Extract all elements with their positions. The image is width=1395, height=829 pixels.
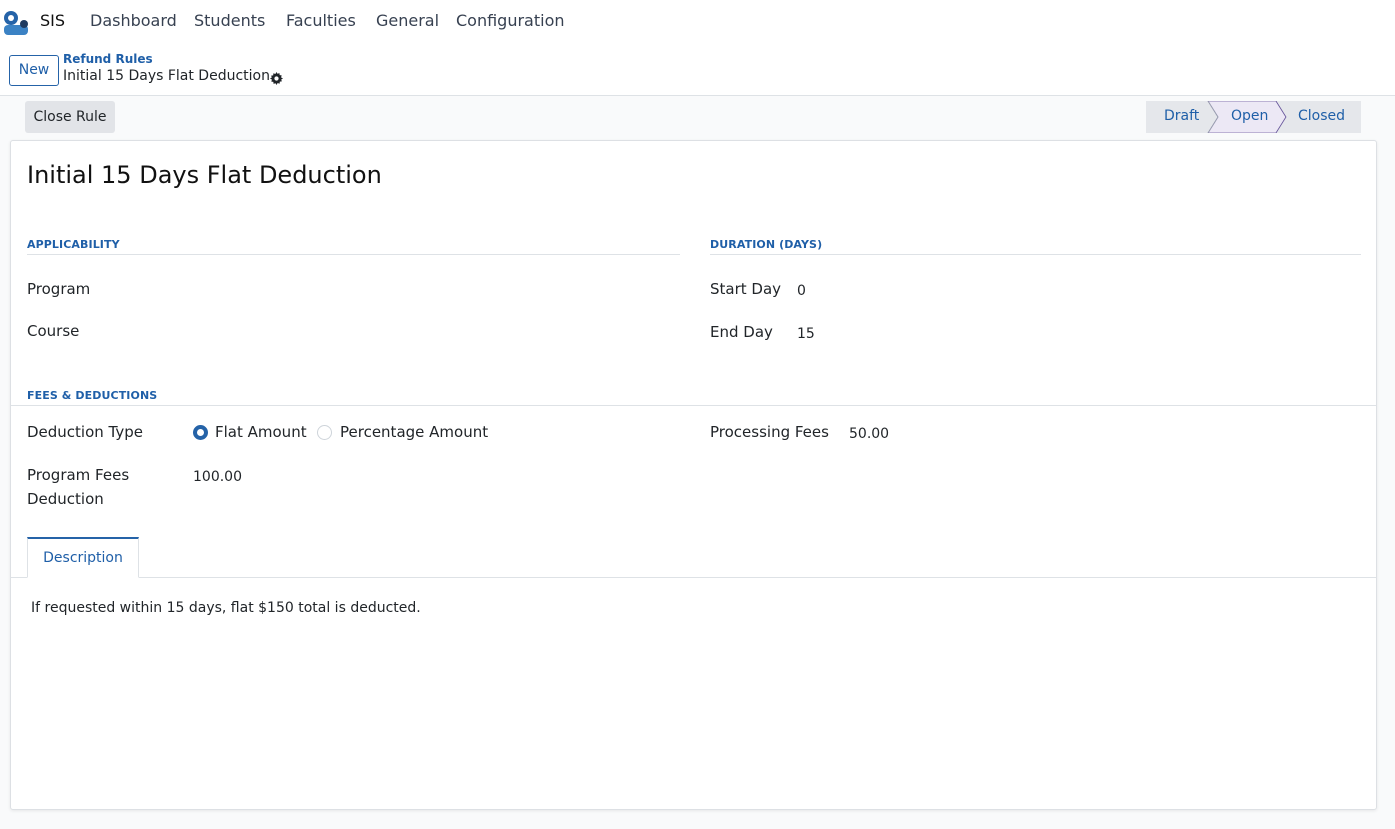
flat-amount-radio[interactable] [193,425,208,440]
applicability-heading: APPLICABILITY [27,238,120,251]
stage-draft[interactable]: Draft [1164,108,1199,124]
duration-heading: DURATION (DAYS) [710,238,823,251]
end-day-field[interactable]: 15 [797,326,815,342]
close-rule-button[interactable]: Close Rule [25,101,115,133]
course-label: Course [27,322,80,340]
course-field[interactable] [193,323,673,343]
nav-students[interactable]: Students [194,11,265,30]
percentage-amount-label[interactable]: Percentage Amount [340,423,488,441]
description-text[interactable]: If requested within 15 days, flat $150 t… [31,600,421,616]
program-label: Program [27,280,91,298]
status-bar: Draft Open Closed [1146,101,1361,133]
tab-description[interactable]: Description [27,537,139,578]
nav-general[interactable]: General [376,11,439,30]
nav-configuration[interactable]: Configuration [456,11,565,30]
stage-closed[interactable]: Closed [1298,108,1345,124]
applicability-divider [27,254,680,255]
app-name[interactable]: SIS [40,11,65,30]
processing-fees-field[interactable]: 50.00 [849,426,889,442]
tabs-divider [11,577,1376,578]
fees-divider [11,405,1376,406]
program-fees-label-line1: Program Fees [27,466,130,484]
start-day-field[interactable]: 0 [797,283,806,299]
percentage-amount-radio[interactable] [317,425,332,440]
flat-amount-label[interactable]: Flat Amount [215,423,307,441]
app-logo-icon[interactable] [2,10,30,36]
record-title[interactable]: Initial 15 Days Flat Deduction [27,161,382,189]
start-day-label: Start Day [710,280,782,298]
breadcrumb-current: Initial 15 Days Flat Deduction [63,68,270,84]
deduction-type-label: Deduction Type [27,423,144,441]
nav-dashboard[interactable]: Dashboard [90,11,177,30]
program-field[interactable] [193,281,673,301]
breadcrumb-parent[interactable]: Refund Rules [63,52,153,66]
form-sheet: Initial 15 Days Flat Deduction APPLICABI… [10,140,1377,810]
control-panel: New Refund Rules Initial 15 Days Flat De… [0,44,1395,96]
new-button[interactable]: New [9,55,59,86]
processing-fees-label: Processing Fees [710,423,829,441]
nav-faculties[interactable]: Faculties [286,11,356,30]
top-navbar: SIS Dashboard Students Faculties General… [0,0,1395,44]
program-fees-deduction-field[interactable]: 100.00 [193,469,242,485]
program-fees-label-line2: Deduction [27,490,104,508]
gear-icon[interactable] [270,70,283,85]
fees-heading: FEES & DEDUCTIONS [27,389,158,402]
duration-divider [710,254,1361,255]
stage-open[interactable]: Open [1231,108,1268,124]
end-day-label: End Day [710,323,773,341]
